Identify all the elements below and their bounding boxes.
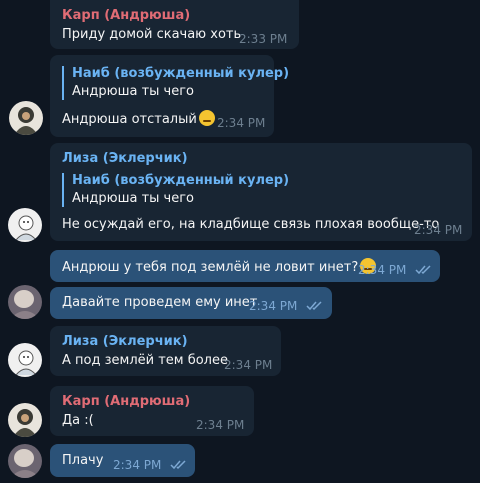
message-bubble-outgoing[interactable]: Давайте проведем ему инет 2:34 PM — [50, 287, 332, 319]
message-time: 2:34 PM — [414, 223, 463, 237]
message-text: Плачу — [62, 453, 104, 468]
message-time: 2:34 PM — [217, 116, 266, 130]
message-bubble-outgoing[interactable]: Андрюш у тебя под землёй не ловит инет? … — [50, 250, 440, 282]
reply-text: Андрюша ты чего — [72, 191, 195, 206]
message-text: Не осуждай его, на кладбище связь плохая… — [62, 217, 440, 232]
message-text-content: Андрюш у тебя под землёй не ловит инет? — [62, 260, 359, 275]
message-bubble[interactable]: Карп (Андрюша) Да :( 2:34 PM — [50, 386, 254, 436]
message-text: А под землёй тем более — [62, 353, 228, 368]
reply-sender-name: Наиб (возбужденный кулер) — [72, 66, 290, 81]
message-text: Андрюша отсталый — [62, 110, 215, 127]
avatar-liza[interactable] — [8, 343, 42, 377]
sender-name[interactable]: Карп (Андрюша) — [62, 8, 190, 23]
double-check-icon — [415, 265, 431, 275]
sender-name[interactable]: Лиза (Эклерчик) — [62, 334, 188, 349]
message-bubble[interactable]: Лиза (Эклерчик) Наиб (возбужденный кулер… — [50, 143, 472, 241]
reply-quote[interactable]: Наиб (возбужденный кулер) Андрюша ты чег… — [62, 66, 289, 100]
message-text: Приду домой скачаю хоть — [62, 27, 242, 42]
sender-name[interactable]: Карп (Андрюша) — [62, 394, 190, 409]
double-check-icon — [306, 301, 322, 311]
reply-text: Андрюша ты чего — [72, 84, 195, 99]
message-bubble[interactable]: Наиб (возбужденный кулер) Андрюша ты чег… — [50, 55, 289, 137]
message-text: Андрюш у тебя под землёй не ловит инет? — [62, 258, 377, 275]
avatar-karp[interactable] — [9, 101, 43, 135]
avatar-liza[interactable] — [8, 208, 42, 242]
message-bubble-outgoing[interactable]: Плачу 2:34 PM — [50, 444, 195, 477]
avatar-user[interactable] — [8, 285, 42, 319]
double-check-icon — [170, 460, 186, 470]
sad-face-icon — [198, 110, 215, 126]
message-time: 2:34 PM — [358, 263, 407, 277]
message-bubble[interactable]: Карп (Андрюша) Приду домой скачаю хоть 2… — [50, 0, 299, 49]
message-time: 2:34 PM — [224, 358, 273, 372]
message-bubble[interactable]: Лиза (Эклерчик) А под землёй тем более 2… — [50, 326, 281, 376]
message-text: Давайте проведем ему инет — [62, 295, 258, 310]
reply-quote[interactable]: Наиб (возбужденный кулер) Андрюша ты чег… — [62, 173, 289, 207]
message-text-content: Андрюша отсталый — [62, 112, 197, 127]
sender-name[interactable]: Лиза (Эклерчик) — [62, 151, 188, 166]
message-time: 2:34 PM — [249, 299, 298, 313]
message-time: 2:34 PM — [113, 458, 162, 472]
avatar-user[interactable] — [8, 444, 42, 478]
reply-sender-name: Наиб (возбужденный кулер) — [72, 173, 290, 188]
message-time: 2:34 PM — [196, 418, 245, 432]
message-text: Да :( — [62, 413, 94, 428]
avatar-karp[interactable] — [8, 403, 42, 437]
message-time: 2:33 PM — [239, 32, 288, 46]
